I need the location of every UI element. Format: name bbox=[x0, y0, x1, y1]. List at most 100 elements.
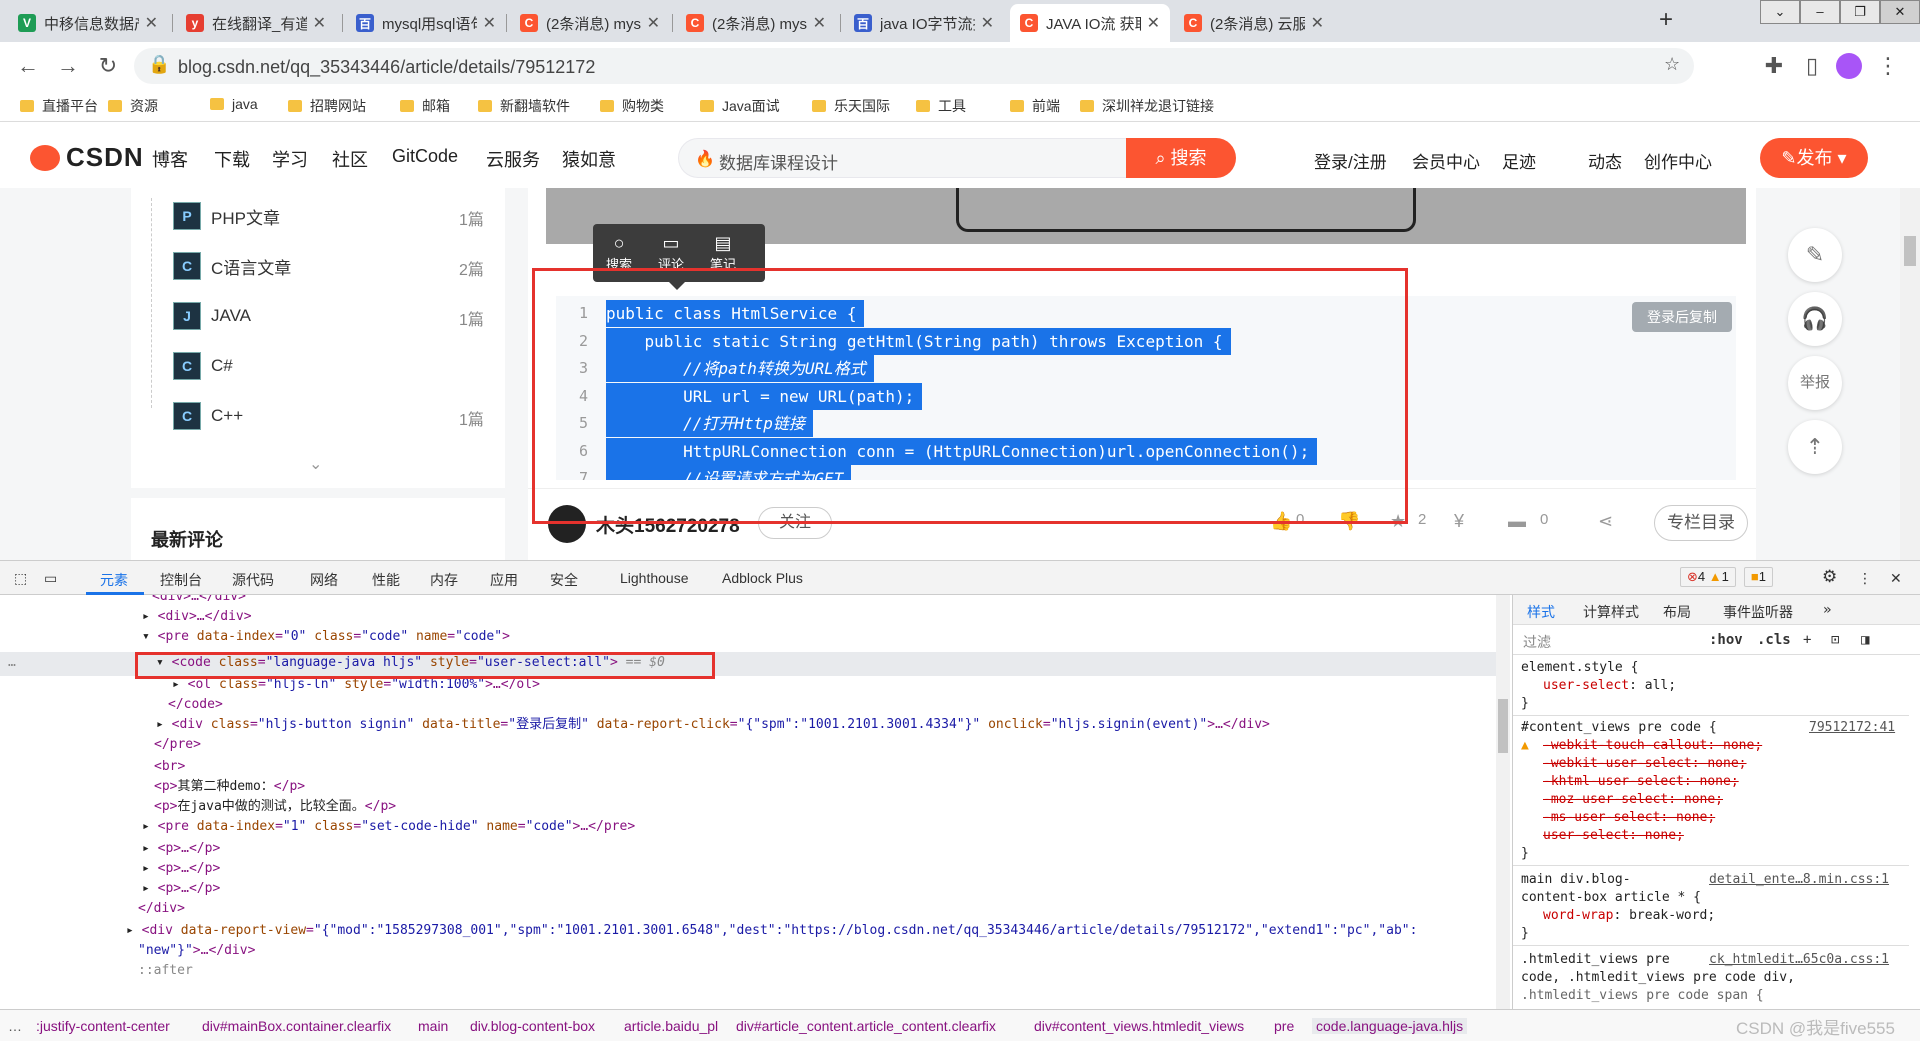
tooltip-comment[interactable]: ▭ 评论 bbox=[651, 232, 691, 273]
bookmark-folder[interactable]: 招聘网站 bbox=[288, 96, 366, 116]
nav-link[interactable]: 下载 bbox=[214, 146, 250, 172]
source-link[interactable]: detail_ente…8.min.css:1 bbox=[1709, 871, 1889, 889]
reward-icon[interactable]: ¥ bbox=[1454, 511, 1464, 532]
devtools-tab[interactable]: 内存 bbox=[430, 570, 458, 590]
breadcrumb-item[interactable]: :justify-content-center bbox=[36, 1018, 170, 1034]
add-rule-icon[interactable]: + bbox=[1803, 632, 1811, 648]
dom-node[interactable]: "new"}">…</div> bbox=[138, 941, 255, 961]
dom-node[interactable]: </pre> bbox=[154, 735, 201, 755]
dom-node[interactable]: ▸ <p>…</p> bbox=[142, 839, 220, 859]
dom-node[interactable]: ▸ <div data-report-view="{"mod":"1585297… bbox=[126, 921, 1417, 941]
page-scrollbar-thumb[interactable] bbox=[1904, 236, 1916, 266]
breadcrumb-scroll-left[interactable]: … bbox=[8, 1018, 22, 1034]
report-button[interactable]: 举报 bbox=[1788, 356, 1842, 410]
bookmark-folder[interactable]: 直播平台 bbox=[20, 96, 98, 116]
styles-filter-input[interactable]: 过滤 bbox=[1523, 632, 1551, 652]
dom-node[interactable]: <p>其第二种demo：</p> bbox=[154, 777, 305, 797]
style-rule-text[interactable]: -webkit-user-select: none; bbox=[1543, 755, 1747, 773]
style-rule-text[interactable]: word-wrap: break-word; bbox=[1543, 907, 1715, 925]
issue-badges[interactable]: ⊗4 ▲1 ■1 bbox=[1680, 567, 1781, 587]
side-panel-icon[interactable]: ▯ bbox=[1798, 52, 1826, 80]
devtools-tab[interactable]: 性能 bbox=[372, 570, 400, 590]
source-link[interactable]: ck_htmledit…65c0a.css:1 bbox=[1709, 951, 1889, 969]
tooltip-search[interactable]: ○ 搜索 bbox=[599, 232, 639, 273]
dom-node[interactable]: </code> bbox=[168, 695, 223, 715]
close-tab-icon[interactable]: ✕ bbox=[813, 13, 826, 33]
search-button[interactable]: ⌕ 搜索 bbox=[1126, 138, 1236, 178]
devtools-tab[interactable]: 控制台 bbox=[160, 570, 202, 590]
browser-tab[interactable]: 百 java IO字节流抓取 ✕ bbox=[844, 4, 1004, 42]
style-rule-text[interactable]: user-select: none; bbox=[1543, 827, 1684, 845]
dom-node[interactable]: ▸ <p>…</p> bbox=[142, 859, 220, 879]
edit-icon[interactable]: ✎ bbox=[1788, 228, 1842, 282]
more-tabs-icon[interactable]: » bbox=[1823, 602, 1831, 618]
bookmark-folder[interactable]: 新翻墙软件 bbox=[478, 96, 570, 116]
browser-tab[interactable]: V 中移信息数据产品 ✕ bbox=[8, 4, 168, 42]
header-link[interactable]: 足迹 bbox=[1502, 148, 1536, 173]
tab-search-icon[interactable]: ⌄ bbox=[1760, 0, 1800, 24]
new-tab-button[interactable]: + bbox=[1650, 6, 1682, 36]
nav-link[interactable]: 博客 bbox=[152, 146, 188, 172]
browser-tab[interactable]: y 在线翻译_有道 ✕ bbox=[176, 4, 336, 42]
header-link[interactable]: 创作中心 bbox=[1644, 148, 1712, 173]
close-tab-icon[interactable]: ✕ bbox=[483, 13, 496, 33]
device-toolbar-icon[interactable]: ▭ bbox=[44, 570, 57, 587]
bookmark-folder[interactable]: 邮箱 bbox=[400, 96, 450, 116]
browser-tab[interactable]: C (2条消息) mysql修 ✕ bbox=[510, 4, 670, 42]
settings-gear-icon[interactable]: ⚙ bbox=[1822, 567, 1837, 587]
breadcrumb-item[interactable]: article.baidu_pl bbox=[624, 1018, 718, 1034]
devtools-tab[interactable]: 源代码 bbox=[232, 570, 274, 590]
lock-icon[interactable]: 🔒 bbox=[148, 54, 170, 75]
close-tab-icon[interactable]: ✕ bbox=[313, 13, 326, 33]
catalog-button[interactable]: 专栏目录 bbox=[1654, 505, 1748, 541]
devtools-tab[interactable]: 网络 bbox=[310, 570, 338, 590]
publish-button[interactable]: ✎发布 ▾ bbox=[1760, 138, 1868, 178]
back-to-top-icon[interactable]: ⇡ bbox=[1788, 420, 1842, 474]
category-item[interactable]: P PHP文章 bbox=[173, 202, 280, 230]
forward-icon[interactable]: → bbox=[54, 52, 82, 80]
sidebar-toggle-icon[interactable]: ◨ bbox=[1861, 632, 1869, 648]
style-rule-text[interactable]: user-select: all; bbox=[1543, 677, 1676, 695]
bookmark-folder[interactable]: 乐天国际 bbox=[812, 96, 890, 116]
bookmark-folder[interactable]: 资源 bbox=[108, 96, 158, 116]
browser-tab[interactable]: 百 mysql用sql语句修 ✕ bbox=[346, 4, 506, 42]
style-rule-text[interactable]: -webkit-touch-callout: none; bbox=[1543, 737, 1762, 755]
menu-icon[interactable]: ⋮ bbox=[1874, 52, 1902, 80]
styles-tab[interactable]: 样式 bbox=[1527, 602, 1555, 622]
copy-after-login-button[interactable]: 登录后复制 bbox=[1632, 302, 1732, 332]
styles-tab[interactable]: 计算样式 bbox=[1583, 602, 1639, 622]
devtools-tab[interactable]: 应用 bbox=[490, 570, 518, 590]
bookmark-folder[interactable]: java bbox=[210, 96, 258, 112]
nav-link[interactable]: GitCode bbox=[392, 146, 458, 167]
dom-node[interactable]: ▾ <pre data-index="0" class="code" name=… bbox=[142, 627, 510, 647]
bookmark-folder[interactable]: 购物类 bbox=[600, 96, 664, 116]
close-tab-icon[interactable]: ✕ bbox=[145, 13, 158, 33]
breadcrumb-item[interactable]: main bbox=[418, 1018, 448, 1034]
devtools-tab[interactable]: 安全 bbox=[550, 570, 578, 590]
star-icon[interactable]: ☆ bbox=[1664, 54, 1680, 75]
close-tab-icon[interactable]: ✕ bbox=[1311, 13, 1324, 33]
dom-node[interactable]: <p>在java中做的测试，比较全面。</p> bbox=[154, 797, 396, 817]
nav-link[interactable]: 云服务 bbox=[486, 146, 540, 172]
browser-tab[interactable]: C JAVA IO流 获取网 ✕ bbox=[1010, 4, 1170, 42]
nav-link[interactable]: 学习 bbox=[272, 146, 308, 172]
close-tab-icon[interactable]: ✕ bbox=[1147, 13, 1160, 33]
profile-avatar[interactable] bbox=[1836, 53, 1862, 79]
bookmark-folder[interactable]: 工具 bbox=[916, 96, 966, 116]
maximize-icon[interactable]: ❐ bbox=[1840, 0, 1880, 24]
paint-icon[interactable]: ⊡ bbox=[1831, 632, 1839, 648]
dom-node[interactable]: </div> bbox=[138, 899, 185, 919]
search-input[interactable]: 🔥 数据库课程设计 bbox=[678, 138, 1128, 178]
devtools-tab[interactable]: Adblock Plus bbox=[722, 570, 803, 586]
dom-node[interactable]: ▸ <div class="hljs-button signin" data-t… bbox=[156, 715, 1270, 735]
bookmark-folder[interactable]: 前端 bbox=[1010, 96, 1060, 116]
breadcrumb-item[interactable]: code.language-java.hljs bbox=[1312, 1018, 1468, 1034]
dom-node[interactable]: ▸ <div>…</div> bbox=[142, 607, 252, 627]
dom-node[interactable]: ::after bbox=[138, 961, 193, 981]
close-window-icon[interactable]: ✕ bbox=[1880, 0, 1920, 24]
devtools-tab[interactable]: 元素 bbox=[100, 570, 128, 590]
hov-toggle[interactable]: :hov bbox=[1709, 632, 1743, 648]
minimize-icon[interactable]: – bbox=[1800, 0, 1840, 24]
breadcrumb-item[interactable]: pre bbox=[1274, 1018, 1294, 1034]
inspect-icon[interactable]: ⬚ bbox=[14, 570, 27, 587]
